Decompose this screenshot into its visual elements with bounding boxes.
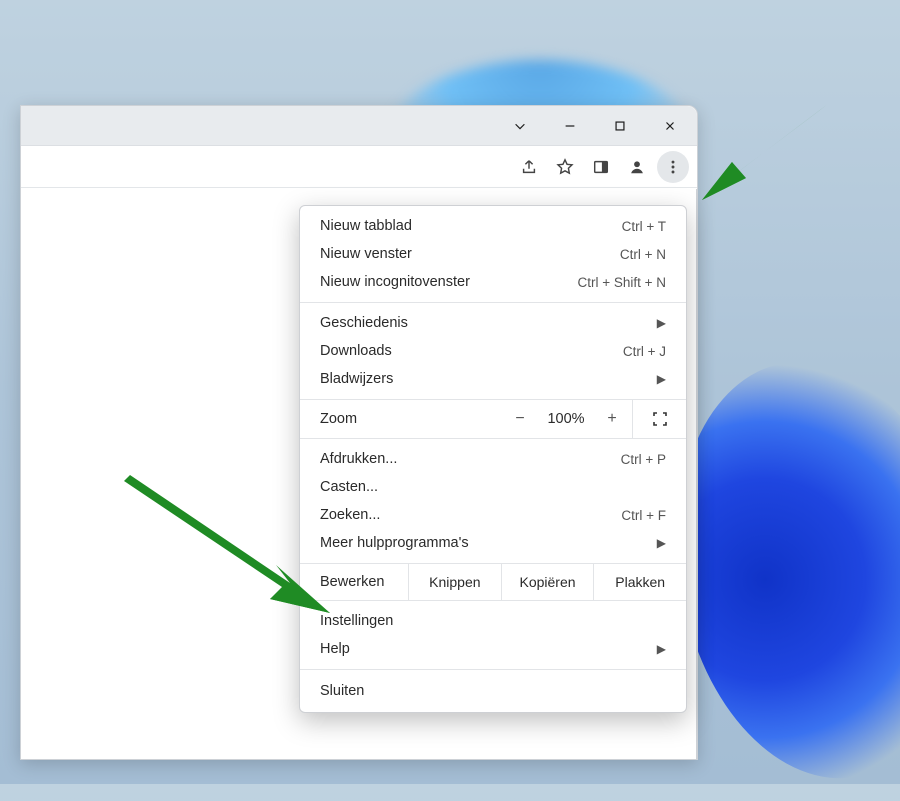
menu-item-downloads[interactable]: Downloads Ctrl + J [300,337,686,365]
side-panel-button[interactable] [585,151,617,183]
side-panel-icon [592,158,610,176]
menu-item-bookmarks[interactable]: Bladwijzers ▶ [300,365,686,399]
annotation-arrow [700,100,840,213]
maximize-button[interactable] [599,111,641,141]
window-titlebar [21,106,697,146]
menu-label: Downloads [320,343,392,359]
menu-item-help[interactable]: Help ▶ [300,635,686,669]
menu-label: Help [320,641,350,657]
menu-item-history[interactable]: Geschiedenis ▶ [300,303,686,337]
menu-item-find[interactable]: Zoeken... Ctrl + F [300,501,686,529]
edit-paste-button[interactable]: Plakken [593,564,686,600]
menu-label: Sluiten [320,683,364,699]
menu-shortcut: Ctrl + P [621,452,666,467]
menu-item-exit[interactable]: Sluiten [300,670,686,712]
fullscreen-button[interactable] [632,400,686,438]
close-icon [663,119,677,133]
menu-label: Nieuw venster [320,246,412,262]
share-icon [520,158,538,176]
menu-label: Bladwijzers [320,371,393,387]
vertical-dots-icon [664,158,682,176]
menu-item-new-tab[interactable]: Nieuw tabblad Ctrl + T [300,206,686,240]
menu-item-new-incognito[interactable]: Nieuw incognitovenster Ctrl + Shift + N [300,268,686,302]
menu-zoom-row: Zoom − 100% + [300,399,686,439]
zoom-in-button[interactable]: + [592,410,632,428]
menu-label: Geschiedenis [320,315,408,331]
maximize-icon [613,119,627,133]
menu-shortcut: Ctrl + F [621,508,666,523]
menu-label: Nieuw incognitovenster [320,274,470,290]
menu-shortcut: Ctrl + N [620,247,666,262]
menu-item-cast[interactable]: Casten... [300,473,686,501]
share-button[interactable] [513,151,545,183]
fullscreen-icon [652,411,668,427]
submenu-arrow-icon: ▶ [657,536,666,550]
zoom-value: 100% [540,411,592,427]
chevron-down-icon [513,119,527,133]
minimize-icon [563,119,577,133]
more-menu-button[interactable] [657,151,689,183]
minimize-button[interactable] [549,111,591,141]
annotation-arrow [120,465,340,638]
menu-item-print[interactable]: Afdrukken... Ctrl + P [300,439,686,473]
submenu-arrow-icon: ▶ [657,642,666,656]
chrome-main-menu: Nieuw tabblad Ctrl + T Nieuw venster Ctr… [299,205,687,713]
edit-copy-button[interactable]: Kopiëren [501,564,594,600]
edit-cut-button[interactable]: Knippen [408,564,501,600]
profile-button[interactable] [621,151,653,183]
submenu-arrow-icon: ▶ [657,316,666,330]
browser-toolbar [21,146,697,188]
zoom-out-button[interactable]: − [500,410,540,428]
menu-shortcut: Ctrl + Shift + N [577,275,666,290]
menu-label: Nieuw tabblad [320,218,412,234]
menu-shortcut: Ctrl + J [623,344,666,359]
menu-item-new-window[interactable]: Nieuw venster Ctrl + N [300,240,686,268]
menu-label: Meer hulpprogramma's [320,535,469,551]
menu-item-settings[interactable]: Instellingen [300,601,686,635]
menu-shortcut: Ctrl + T [622,219,666,234]
tab-search-button[interactable] [499,111,541,141]
zoom-label: Zoom [300,411,500,427]
close-button[interactable] [649,111,691,141]
star-icon [556,158,574,176]
bookmark-button[interactable] [549,151,581,183]
menu-edit-row: Bewerken Knippen Kopiëren Plakken [300,563,686,601]
submenu-arrow-icon: ▶ [657,372,666,386]
profile-icon [628,158,646,176]
menu-item-more-tools[interactable]: Meer hulpprogramma's ▶ [300,529,686,563]
